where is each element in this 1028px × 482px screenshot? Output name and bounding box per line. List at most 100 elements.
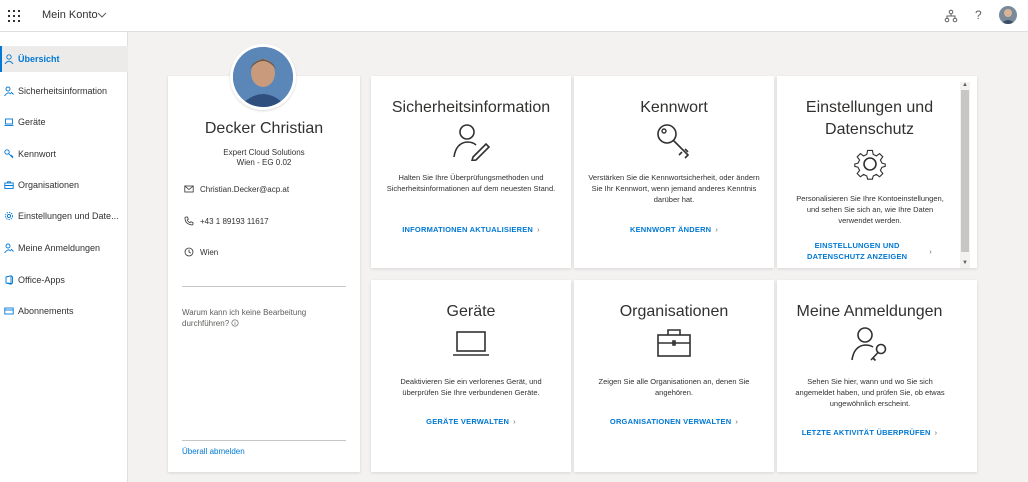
link-label-line: DATENSCHUTZ ANZEIGEN (807, 252, 908, 261)
scroll-thumb[interactable] (961, 90, 969, 252)
briefcase-icon (4, 181, 14, 189)
sidebar-item-overview[interactable]: Übersicht (0, 46, 128, 72)
profile-card: Decker Christian Expert Cloud Solutions … (168, 44, 360, 472)
tile-description: Zeigen Sie alle Organisationen an, denen… (598, 377, 750, 397)
top-bar: Mein Konto ? (0, 0, 1028, 32)
tile-description: Sehen Sie hier, wann und wo Sie sich ang… (795, 377, 945, 408)
profile-location: Wien (184, 247, 218, 257)
manage-organizations-link[interactable]: ORGANISATIONEN VERWALTEN › (574, 417, 774, 426)
tile-title: Organisationen (619, 303, 729, 320)
link-label: ORGANISATIONEN VERWALTEN (609, 417, 732, 426)
sidebar-item-my-signins[interactable]: Meine Anmeldungen (0, 235, 128, 261)
tile-title: Geräte (446, 303, 496, 320)
change-password-link[interactable]: KENNWORT ÄNDERN › (574, 225, 774, 234)
person-key-icon (4, 86, 14, 96)
chevron-right-icon: › (735, 417, 739, 426)
clock-icon (184, 247, 194, 257)
sidebar-item-label: Kennwort (18, 149, 57, 159)
sidebar-item-office-apps[interactable]: Office-Apps (0, 267, 128, 293)
scroll-down-icon[interactable]: ▼ (962, 260, 968, 266)
chevron-right-icon: › (929, 246, 932, 256)
view-settings-privacy-link[interactable]: EINSTELLUNGEN UND DATENSCHUTZ ANZEIGEN › (777, 240, 962, 262)
help-icon[interactable]: ? (975, 8, 982, 22)
person-key-icon (851, 327, 887, 362)
tile-title-line: Datenschutz (825, 121, 914, 138)
app-launcher-icon[interactable] (8, 10, 20, 22)
tile-my-signins: Meine Anmeldungen Sehen Sie hier, wann u… (777, 280, 977, 472)
sidebar-item-settings-privacy[interactable]: Einstellungen und Date... (0, 203, 128, 229)
key-icon (4, 149, 14, 159)
profile-name: Decker Christian (204, 120, 324, 137)
link-label-line: EINSTELLUNGEN UND (814, 241, 900, 250)
update-info-link[interactable]: INFORMATIONEN AKTUALISIEREN › (371, 225, 571, 234)
profile-photo (230, 44, 296, 110)
person-edit-icon (453, 124, 491, 161)
profile-phone: +43 1 89193 11617 (184, 216, 269, 226)
tile-security-info: Sicherheitsinformation Halten Sie Ihre Ü… (371, 76, 571, 268)
email-text: Christian.Decker@acp.at (200, 184, 290, 194)
office-icon (5, 275, 13, 285)
sidebar-item-label: Abonnements (18, 306, 74, 316)
chevron-right-icon: › (513, 417, 516, 426)
tiles-scrollbar[interactable]: ▲ ▼ (960, 82, 970, 268)
tile-title: Einstellungen und Datenschutz (777, 97, 962, 141)
sidebar-item-label: Geräte (18, 117, 46, 127)
phone-icon (184, 216, 194, 226)
divider (182, 440, 346, 441)
sidebar-item-devices[interactable]: Geräte (0, 109, 128, 135)
sidebar-item-security-info[interactable]: Sicherheitsinformation (0, 78, 128, 104)
sign-out-everywhere-link[interactable]: Überall abmelden (182, 447, 245, 456)
tile-password: Kennwort Verstärken Sie die Kennwortsich… (574, 76, 774, 268)
profile-organization: Expert Cloud Solutions Wien - EG 0.02 (168, 148, 360, 168)
why-text: Warum kann ich keine Bearbeitung durchfü… (182, 308, 307, 328)
link-label: KENNWORT ÄNDERN (629, 225, 712, 234)
info-icon[interactable] (231, 319, 239, 327)
sidebar-item-label: Office-Apps (18, 275, 65, 285)
tile-description: Personalisieren Sie Ihre Kontoeinstellun… (796, 194, 944, 225)
sidebar-item-subscriptions[interactable]: Abonnements (0, 298, 128, 324)
person-key-icon (4, 243, 14, 253)
org-chart-icon[interactable] (944, 9, 958, 23)
user-avatar[interactable] (999, 6, 1017, 24)
person-icon (4, 54, 14, 64)
link-label: GERÄTE VERWALTEN (426, 417, 510, 426)
chevron-down-icon[interactable] (97, 10, 107, 20)
divider (182, 286, 346, 287)
tile-settings-privacy: Einstellungen und Datenschutz Personalis… (777, 76, 977, 268)
tile-description: Verstärken Sie die Kennwortsicherheit, o… (588, 173, 760, 204)
tile-title: Meine Anmeldungen (796, 303, 943, 320)
sidebar-item-organizations[interactable]: Organisationen (0, 172, 128, 198)
link-label: LETZTE AKTIVITÄT ÜBERPRÜFEN (801, 428, 931, 437)
manage-devices-link[interactable]: GERÄTE VERWALTEN › (371, 417, 571, 426)
location-text: Wien (200, 247, 219, 257)
sidebar-item-label: Organisationen (18, 180, 80, 190)
link-label: EINSTELLUNGEN UND DATENSCHUTZ ANZEIGEN (807, 240, 907, 262)
sidebar-item-label: Meine Anmeldungen (18, 243, 101, 253)
why-no-edit-text: Warum kann ich keine Bearbeitung durchfü… (182, 307, 342, 329)
profile-email: Christian.Decker@acp.at (184, 184, 289, 194)
scroll-up-icon[interactable]: ▲ (962, 82, 968, 88)
sidebar-item-password[interactable]: Kennwort (0, 141, 128, 167)
tile-title: Sicherheitsinformation (391, 99, 551, 116)
briefcase-icon (657, 329, 691, 357)
sidebar: Übersicht Sicherheitsinformation Geräte … (0, 32, 128, 482)
phone-text: +43 1 89193 11617 (200, 216, 269, 226)
tile-organizations: Organisationen Zeigen Sie alle Organisat… (574, 280, 774, 472)
chevron-right-icon: › (934, 428, 938, 437)
chevron-right-icon: › (537, 225, 540, 234)
sidebar-item-label: Übersicht (18, 54, 60, 64)
gear-icon (4, 211, 14, 221)
sidebar-item-label: Sicherheitsinformation (18, 86, 108, 96)
key-icon (657, 124, 690, 159)
tile-title: Kennwort (640, 99, 708, 116)
laptop-icon (4, 118, 14, 126)
link-label: INFORMATIONEN AKTUALISIEREN (402, 225, 534, 234)
gear-icon (854, 149, 886, 180)
laptop-icon (453, 331, 489, 356)
profile-office: Wien - EG 0.02 (236, 158, 292, 167)
app-title[interactable]: Mein Konto (42, 9, 98, 21)
tile-description: Halten Sie Ihre Überprüfungsmethoden und… (386, 173, 556, 193)
review-recent-activity-link[interactable]: LETZTE AKTIVITÄT ÜBERPRÜFEN › (777, 428, 962, 437)
chevron-right-icon: › (715, 225, 719, 234)
card-icon (4, 307, 14, 315)
